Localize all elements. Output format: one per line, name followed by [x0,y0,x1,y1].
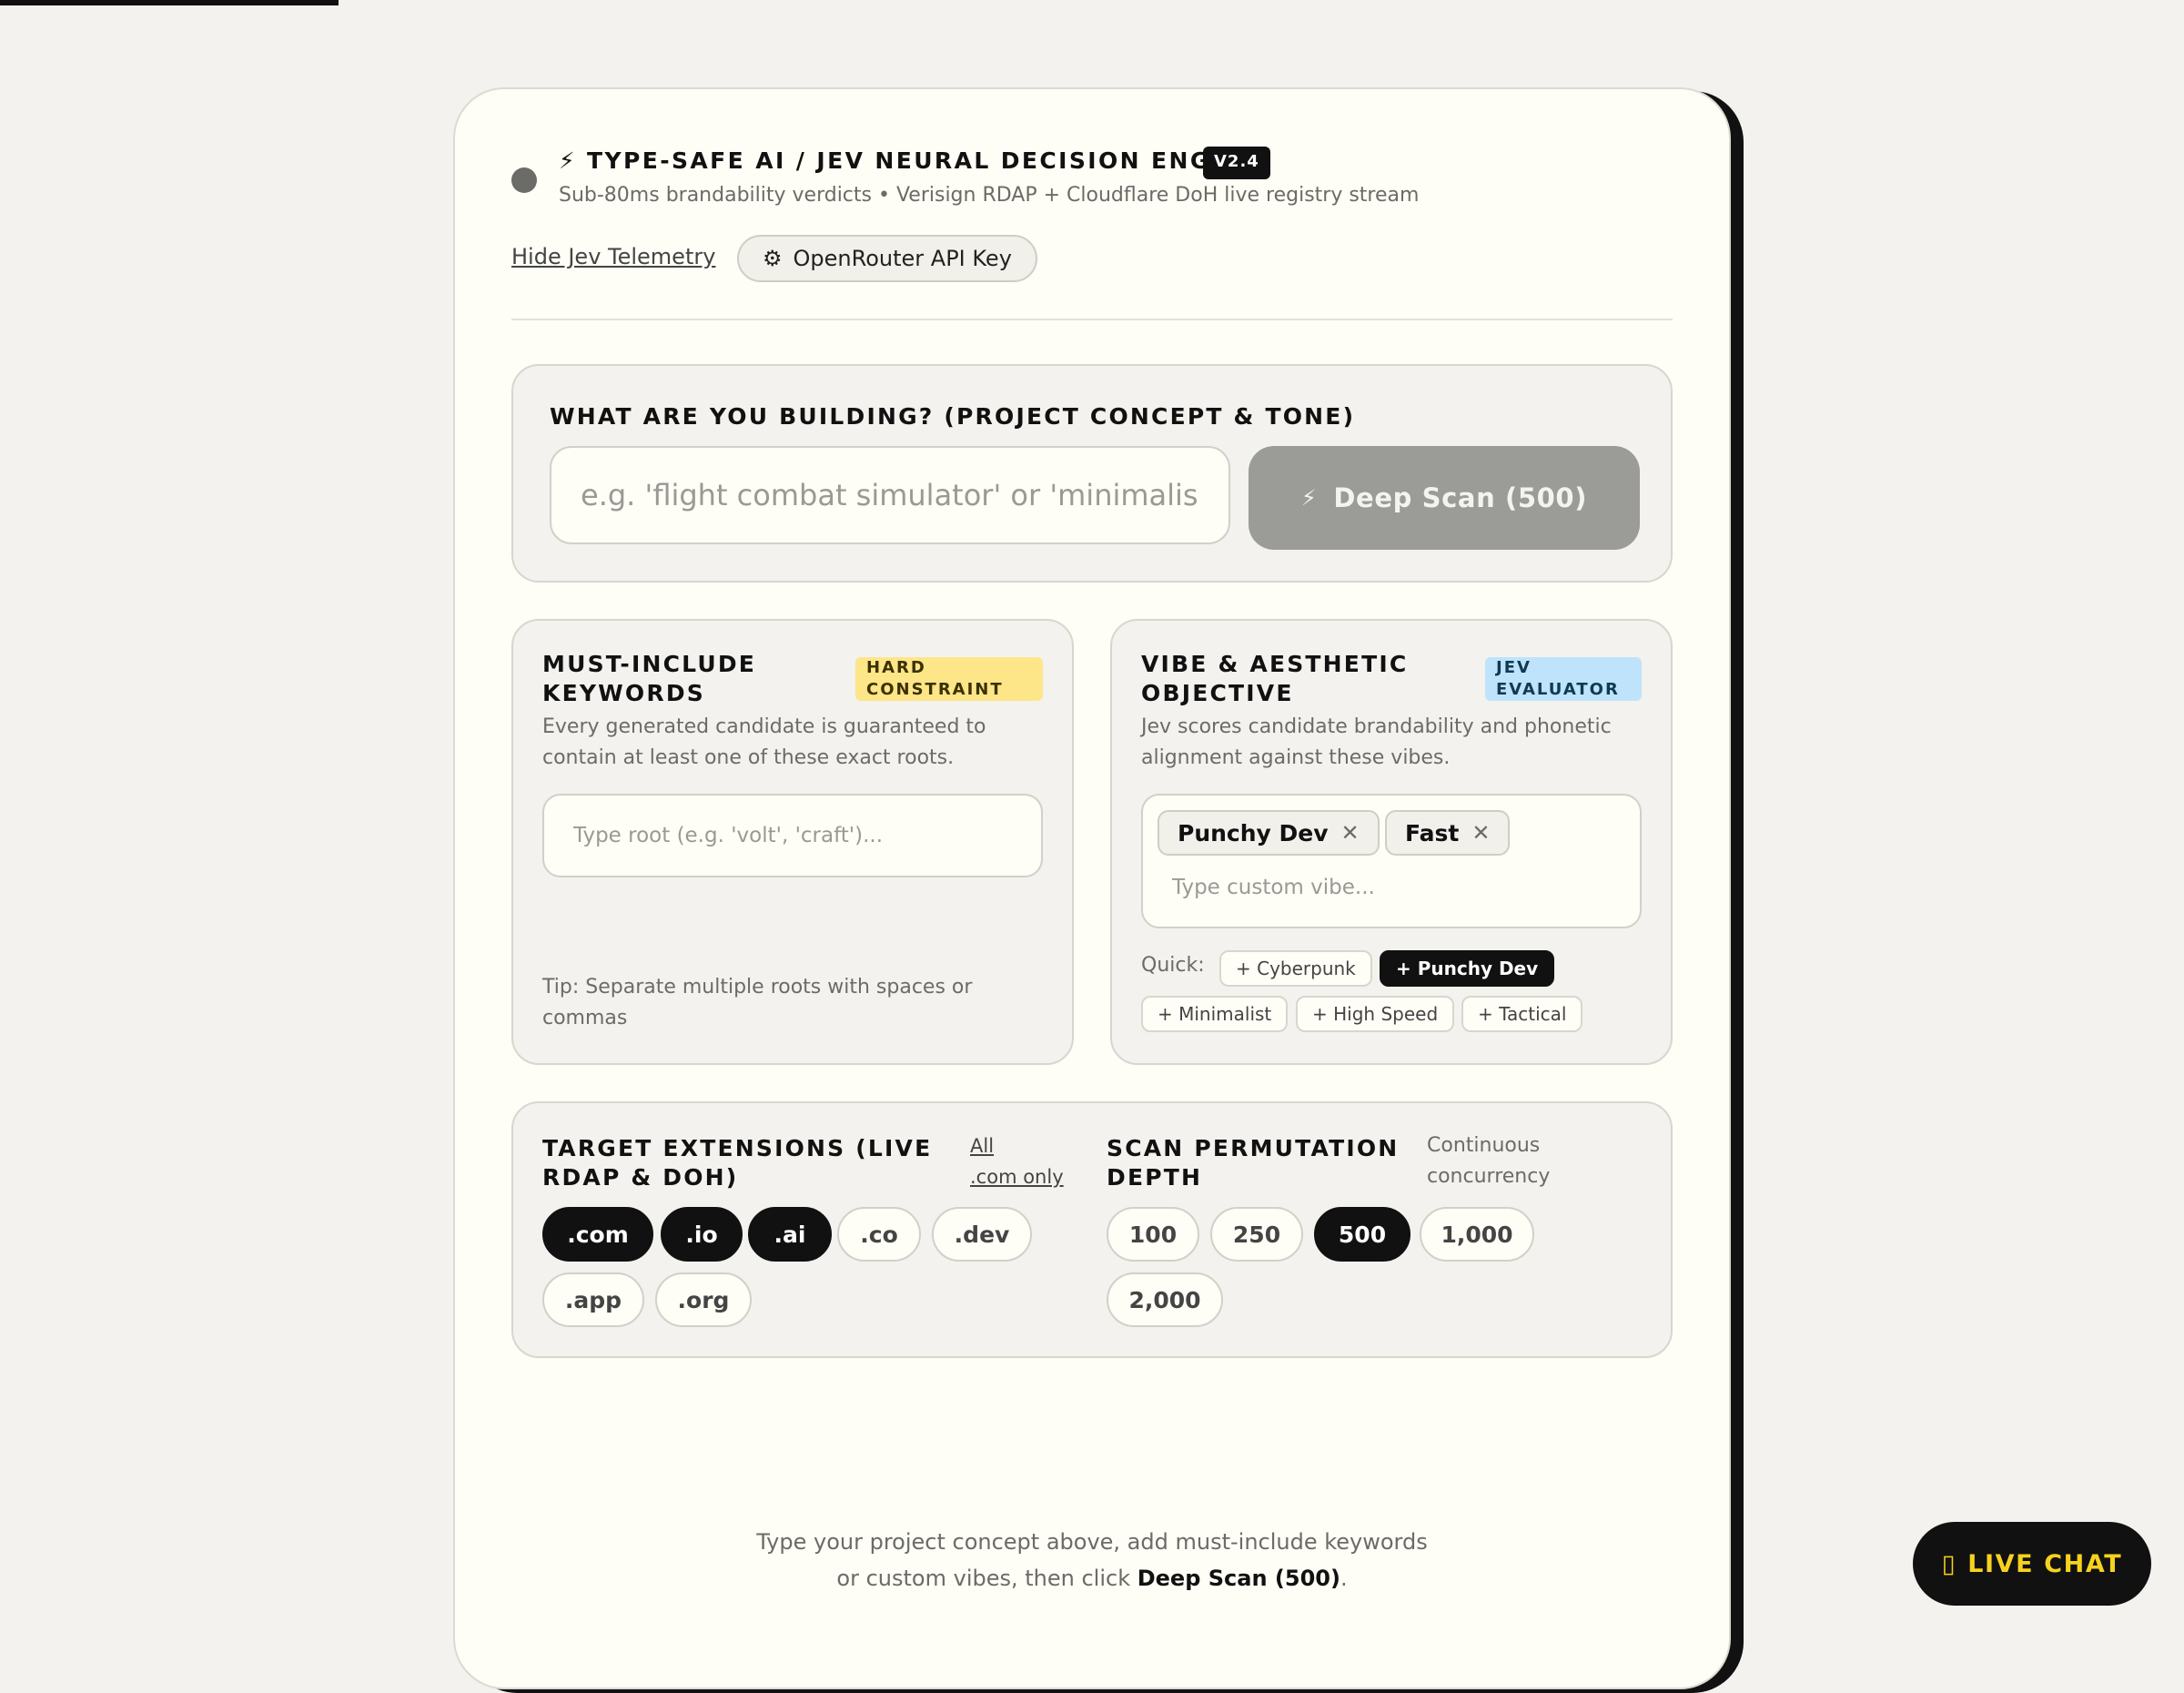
concept-heading: WHAT ARE YOU BUILDING? (PROJECT CONCEPT … [550,403,1356,430]
vibe-desc-line2: alignment against these vibes. [1141,746,1451,769]
extension-ai[interactable]: .ai [748,1207,832,1262]
extension-app[interactable]: .app [542,1272,644,1327]
deep-scan-label: Deep Scan (500) [1333,482,1588,513]
extension-dev[interactable]: .dev [932,1207,1032,1262]
vibe-heading-line2: OBJECTIVE [1141,680,1294,706]
quick-vibe-cyberpunk[interactable]: + Cyberpunk [1219,950,1372,987]
deep-scan-button[interactable]: ⚡ Deep Scan (500) [1249,446,1640,550]
depth-heading-line2: DEPTH [1107,1164,1203,1191]
quick-label: Quick: [1141,954,1205,977]
vibe-heading: VIBE & AESTHETIC OBJECTIVE [1141,650,1408,708]
vibe-heading-line1: VIBE & AESTHETIC [1141,651,1409,677]
chat-icon: ▯ [1941,1549,1957,1578]
tip-line2: commas [542,1007,628,1029]
hide-telemetry-link[interactable]: Hide Jev Telemetry [511,244,715,269]
vibe-chip-punchy-dev: Punchy Dev ✕ [1158,810,1380,856]
empty-state-hint: Type your project concept above, add mus… [637,1524,1547,1597]
jev-badge-line1: JEV [1496,658,1532,677]
vibe-desc-line1: Jev scores candidate brandability and ph… [1141,715,1612,738]
hint-line2-suffix: . [1340,1566,1348,1591]
vibe-chip-label: Punchy Dev [1178,819,1329,846]
extensions-heading-line1: TARGET EXTENSIONS (LIVE [542,1135,933,1161]
depth-note-line1: Continuous [1427,1134,1541,1157]
extension-com[interactable]: .com [542,1207,653,1262]
hard-badge-line1: HARD [866,658,926,677]
custom-vibe-input[interactable]: Type custom vibe... [1172,876,1375,899]
extensions-heading: TARGET EXTENSIONS (LIVE RDAP & DOH) [542,1134,932,1192]
api-key-button-label: OpenRouter API Key [793,246,1012,271]
depth-note: Continuous concurrency [1427,1130,1550,1192]
vibe-description: Jev scores candidate brandability and ph… [1141,712,1612,774]
depth-note-line2: concurrency [1427,1165,1551,1188]
keywords-heading: MUST-INCLUDE KEYWORDS [542,650,756,708]
jev-evaluator-badge: JEV EVALUATOR [1485,657,1642,701]
hard-constraint-badge: HARD CONSTRAINT [855,657,1043,701]
keywords-heading-line1: MUST-INCLUDE [542,651,757,677]
quick-vibe-tactical[interactable]: + Tactical [1461,996,1583,1032]
select-com-only-link[interactable]: .com only [970,1161,1064,1192]
keywords-heading-line2: KEYWORDS [542,680,705,706]
remove-icon[interactable]: ✕ [1341,820,1360,846]
live-chat-label: LIVE CHAT [1967,1549,2123,1578]
jev-badge-line2: EVALUATOR [1496,680,1620,699]
quick-vibe-punchy-dev[interactable]: + Punchy Dev [1380,950,1555,987]
tip-line1: Tip: Separate multiple roots with spaces… [542,976,973,999]
extensions-heading-line2: RDAP & DOH) [542,1164,739,1191]
hard-badge-line2: CONSTRAINT [866,680,1004,699]
quick-vibe-minimalist[interactable]: + Minimalist [1141,996,1289,1032]
hint-line1: Type your project concept above, add mus… [756,1529,1428,1555]
project-concept-input[interactable]: e.g. 'flight combat simulator' or 'minim… [550,446,1230,544]
status-indicator [511,167,537,193]
depth-heading: SCAN PERMUTATION DEPTH [1107,1134,1399,1192]
app-subtitle: Sub-80ms brandability verdicts • Verisig… [559,184,1420,207]
openrouter-api-key-button[interactable]: ⚙ OpenRouter API Key [737,235,1037,282]
hint-line2-prefix: or custom vibes, then click [836,1566,1138,1591]
version-badge: V2.4 [1203,147,1270,179]
extension-io[interactable]: .io [661,1207,743,1262]
depth-option-2000[interactable]: 2,000 [1107,1272,1223,1327]
live-chat-button[interactable]: ▯ LIVE CHAT [1913,1522,2151,1606]
vibe-chip-label: Fast [1405,819,1460,846]
extension-co[interactable]: .co [837,1207,921,1262]
select-all-extensions-link[interactable]: All [970,1130,1064,1161]
keywords-tip: Tip: Separate multiple roots with spaces… [542,972,1016,1034]
keywords-description: Every generated candidate is guaranteed … [542,712,986,774]
quick-vibe-high-speed[interactable]: + High Speed [1296,996,1455,1032]
lightning-icon: ⚡ [1300,485,1318,511]
hint-line2-bold: Deep Scan (500) [1137,1566,1340,1591]
gear-icon: ⚙ [763,246,783,271]
remove-icon[interactable]: ✕ [1471,820,1490,846]
header-divider [511,319,1673,320]
depth-option-1000[interactable]: 1,000 [1420,1207,1534,1262]
vibe-chip-fast: Fast ✕ [1385,810,1511,856]
depth-option-500[interactable]: 500 [1314,1207,1410,1262]
depth-option-100[interactable]: 100 [1107,1207,1199,1262]
depth-option-250[interactable]: 250 [1210,1207,1303,1262]
top-progress-bar [0,0,339,5]
app-title: ⚡ TYPE-SAFE AI / JEV NEURAL DECISION ENG… [559,147,1261,174]
extension-org[interactable]: .org [655,1272,752,1327]
keywords-desc-line1: Every generated candidate is guaranteed … [542,715,986,738]
depth-heading-line1: SCAN PERMUTATION [1107,1135,1400,1161]
hint-line2: or custom vibes, then click Deep Scan (5… [637,1560,1547,1597]
extension-select-links: All .com only [970,1130,1064,1192]
root-keyword-input[interactable]: Type root (e.g. 'volt', 'craft')... [542,794,1043,877]
keywords-desc-line2: contain at least one of these exact root… [542,746,955,769]
